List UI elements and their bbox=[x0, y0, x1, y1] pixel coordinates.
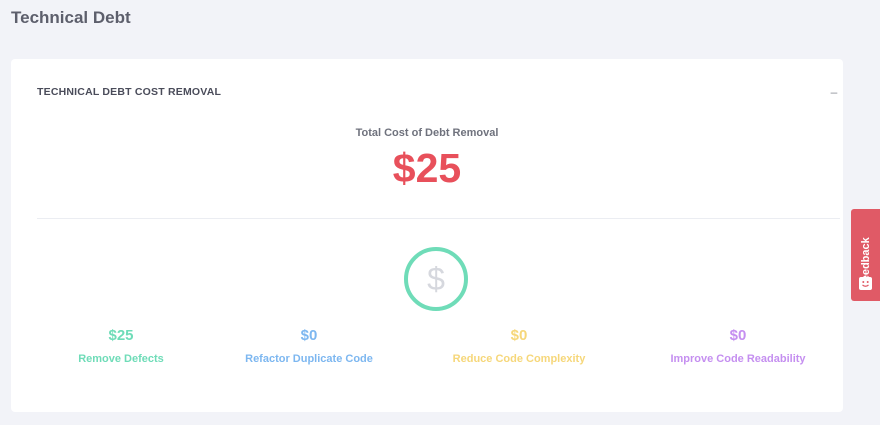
debt-cost-card: TECHNICAL DEBT COST REMOVAL – Total Cost… bbox=[11, 59, 843, 412]
category-value: $0 bbox=[729, 327, 747, 344]
category-refactor-duplicate-code: $0 Refactor Duplicate Code bbox=[199, 327, 419, 365]
category-label: Remove Defects bbox=[78, 353, 164, 365]
category-value: $0 bbox=[300, 327, 318, 344]
category-label: Refactor Duplicate Code bbox=[245, 353, 373, 365]
dollar-ring-icon: $ bbox=[404, 247, 468, 311]
category-label: Improve Code Readability bbox=[670, 353, 806, 365]
total-cost-label: Total Cost of Debt Removal bbox=[355, 127, 499, 139]
category-value: $0 bbox=[510, 327, 528, 344]
total-cost-value: $25 bbox=[392, 145, 462, 191]
page-title: Technical Debt bbox=[11, 8, 131, 27]
dollar-icon: $ bbox=[427, 261, 445, 297]
category-improve-code-readability: $0 Improve Code Readability bbox=[628, 327, 848, 365]
smiley-icon bbox=[859, 277, 872, 290]
card-title: TECHNICAL DEBT COST REMOVAL bbox=[37, 86, 222, 98]
category-value: $25 bbox=[108, 327, 134, 344]
divider bbox=[37, 218, 840, 219]
cost-ring: $ bbox=[404, 247, 468, 311]
feedback-tab[interactable]: Feedback bbox=[851, 209, 880, 301]
collapse-button[interactable]: – bbox=[825, 85, 843, 99]
category-label: Reduce Code Complexity bbox=[452, 353, 586, 365]
category-reduce-code-complexity: $0 Reduce Code Complexity bbox=[409, 327, 629, 365]
category-remove-defects: $25 Remove Defects bbox=[11, 327, 231, 365]
